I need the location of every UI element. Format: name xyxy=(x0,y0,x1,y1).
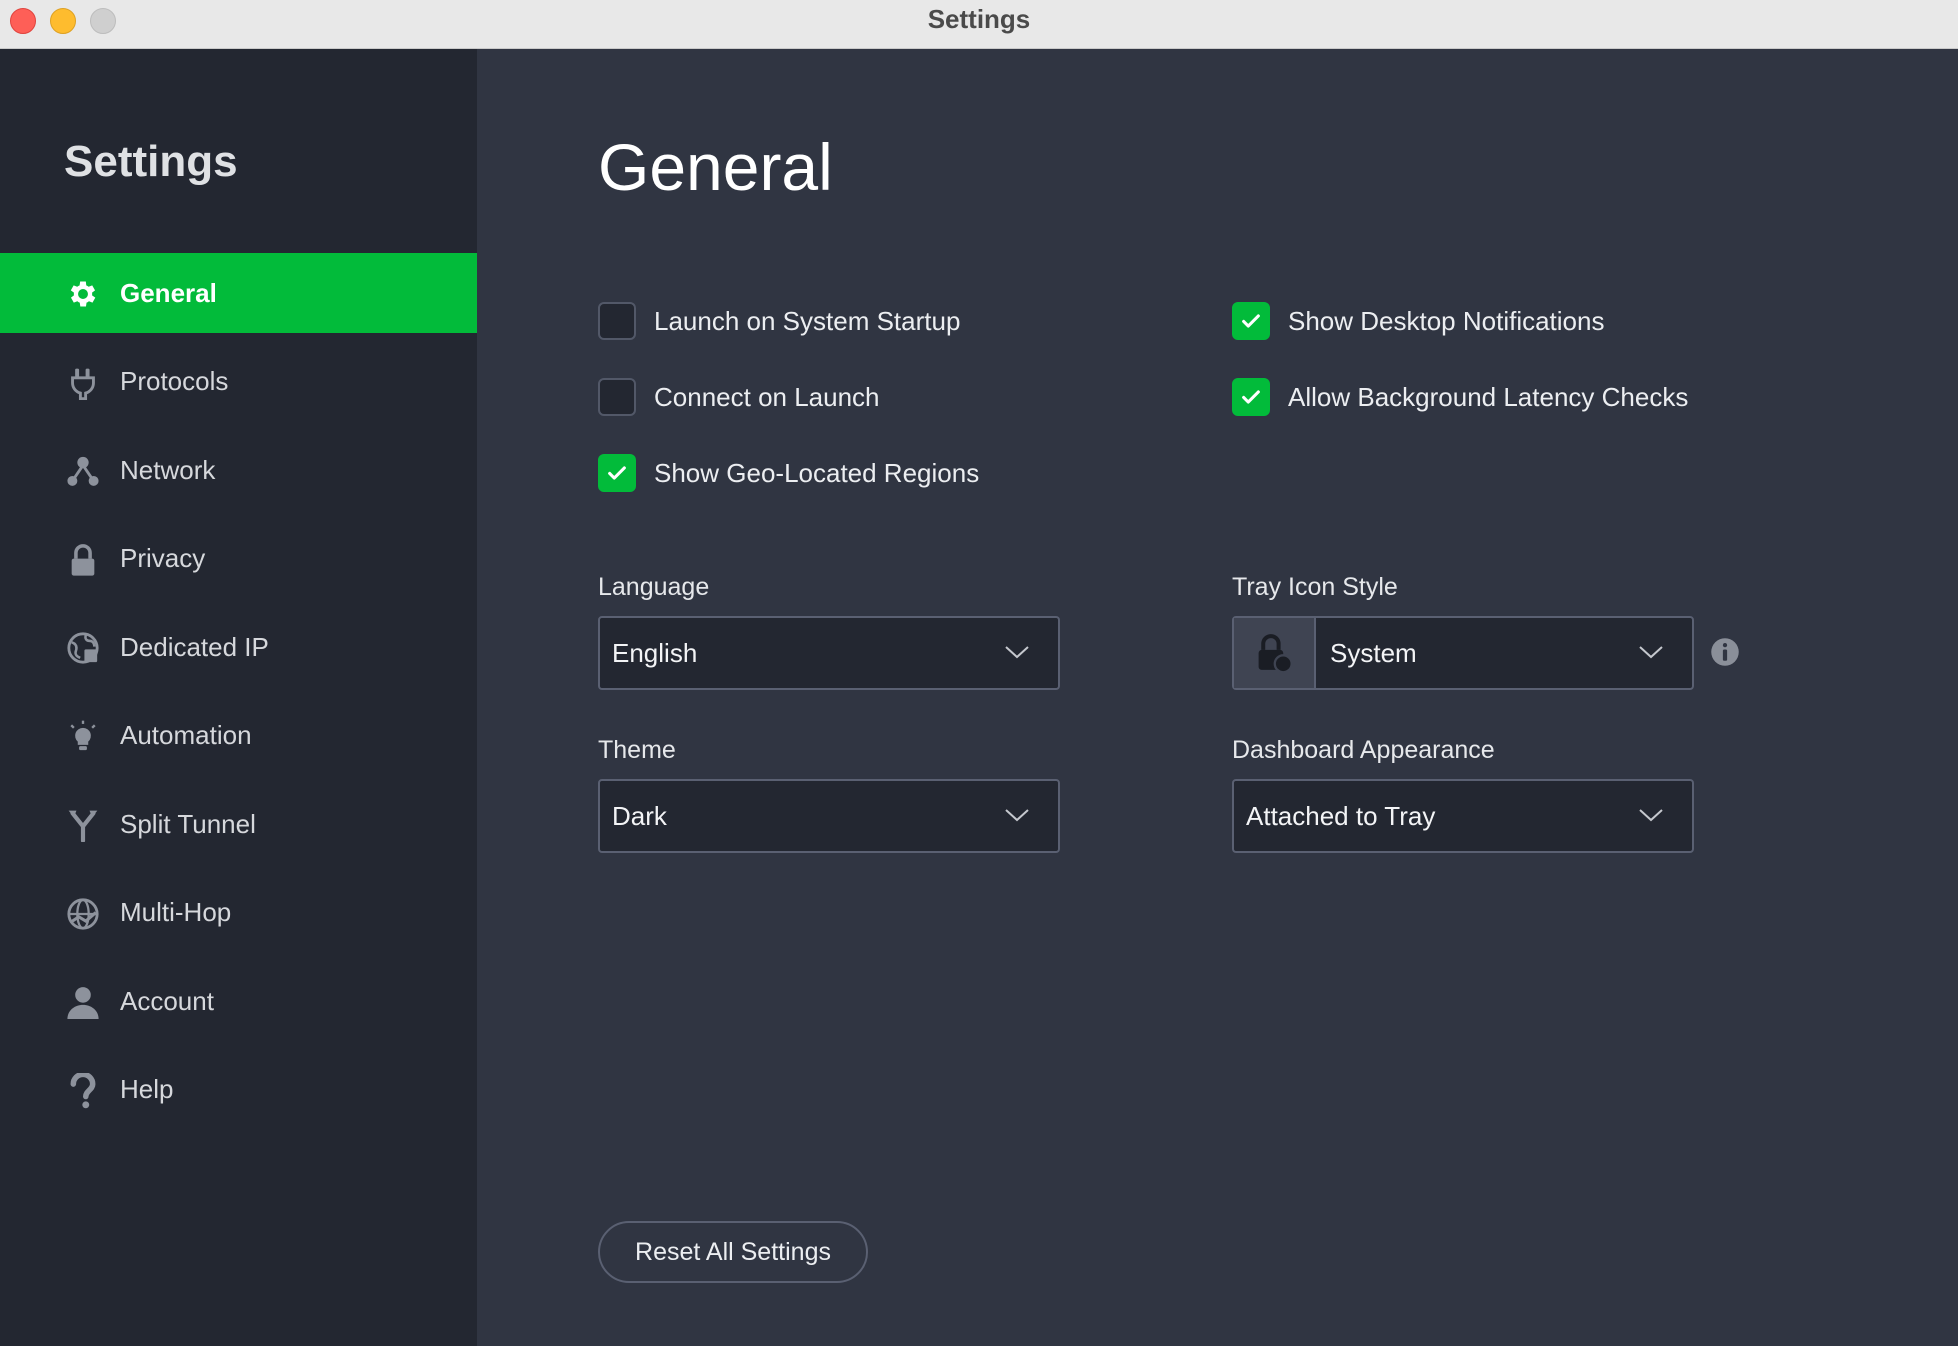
sidebar: Settings General Protocols Network Priva… xyxy=(0,49,477,1346)
launch-on-startup-checkbox[interactable] xyxy=(598,302,636,340)
main-panel: General Launch on System Startup Connect… xyxy=(477,49,1958,1346)
tray-icon-style-label: Tray Icon Style xyxy=(1232,573,1398,601)
sidebar-item-split-tunnel[interactable]: Split Tunnel xyxy=(0,784,477,864)
sidebar-item-general[interactable]: General xyxy=(0,253,477,333)
reset-all-settings-button[interactable]: Reset All Settings xyxy=(598,1221,868,1283)
checkmark-icon xyxy=(1242,314,1260,328)
split-icon xyxy=(64,806,102,844)
language-select[interactable]: English xyxy=(598,616,1060,690)
sidebar-item-protocols[interactable]: Protocols xyxy=(0,342,477,422)
sidebar-item-label: Split Tunnel xyxy=(120,808,256,839)
sidebar-title: Settings xyxy=(64,137,238,186)
sidebar-item-automation[interactable]: Automation xyxy=(0,696,477,776)
connect-on-launch-checkbox[interactable] xyxy=(598,378,636,416)
sidebar-item-label: Network xyxy=(120,454,216,485)
dashboard-appearance-value: Attached to Tray xyxy=(1246,801,1436,831)
sidebar-item-account[interactable]: Account xyxy=(0,961,477,1041)
info-icon[interactable] xyxy=(1710,637,1740,667)
checkmark-icon xyxy=(1242,390,1260,404)
multi-hop-globe-icon xyxy=(64,895,102,933)
sidebar-item-label: Help xyxy=(120,1074,174,1104)
theme-label: Theme xyxy=(598,736,676,764)
sidebar-item-help[interactable]: Help xyxy=(0,1050,477,1130)
checkbox-label: Launch on System Startup xyxy=(654,305,961,336)
sidebar-item-privacy[interactable]: Privacy xyxy=(0,519,477,599)
theme-value: Dark xyxy=(612,801,667,831)
checkmark-icon xyxy=(608,466,626,480)
chevron-down-icon xyxy=(1005,809,1029,822)
title-bar: Settings xyxy=(0,0,1958,49)
sidebar-item-label: Dedicated IP xyxy=(120,631,269,662)
sidebar-item-label: General xyxy=(120,277,217,308)
tray-lock-icon xyxy=(1258,634,1293,673)
sidebar-item-label: Account xyxy=(120,985,214,1016)
checkbox-label: Connect on Launch xyxy=(654,381,880,412)
chevron-down-icon xyxy=(1005,646,1029,659)
dashboard-appearance-label: Dashboard Appearance xyxy=(1232,736,1495,764)
show-geo-regions-checkbox[interactable] xyxy=(598,454,636,492)
sidebar-nav: General Protocols Network Privacy Dedica… xyxy=(0,253,477,1138)
window-title: Settings xyxy=(927,4,1031,34)
tray-icon-preview xyxy=(1234,618,1316,688)
sidebar-item-dedicated-ip[interactable]: Dedicated IP xyxy=(0,607,477,687)
language-value: English xyxy=(612,638,698,668)
user-icon xyxy=(64,983,102,1021)
network-icon xyxy=(64,452,102,490)
sidebar-item-multi-hop[interactable]: Multi-Hop xyxy=(0,873,477,953)
sidebar-item-label: Multi-Hop xyxy=(120,897,232,927)
theme-select[interactable]: Dark xyxy=(598,779,1060,853)
lightbulb-icon xyxy=(64,718,102,756)
checkbox-label: Show Desktop Notifications xyxy=(1288,305,1605,336)
sidebar-item-network[interactable]: Network xyxy=(0,430,477,510)
background-latency-checks-checkbox[interactable] xyxy=(1232,378,1270,416)
sidebar-item-label: Automation xyxy=(120,720,252,750)
lock-icon xyxy=(64,541,102,579)
language-label: Language xyxy=(598,573,710,601)
settings-window: Settings Settings General Protocols Netw… xyxy=(0,0,1958,1346)
sidebar-item-label: Protocols xyxy=(120,366,229,396)
tray-icon-style-value: System xyxy=(1330,638,1417,668)
tray-icon-style-select[interactable]: System xyxy=(1232,616,1694,690)
question-icon xyxy=(64,1072,102,1110)
plug-icon xyxy=(64,364,102,402)
dashboard-appearance-select[interactable]: Attached to Tray xyxy=(1232,779,1694,853)
show-geo-regions-option[interactable]: Show Geo-Located Regions xyxy=(598,453,979,493)
gear-icon xyxy=(64,275,102,313)
checkbox-label: Allow Background Latency Checks xyxy=(1288,381,1689,412)
globe-ip-icon xyxy=(64,629,102,667)
page-title: General xyxy=(598,130,833,204)
sidebar-item-label: Privacy xyxy=(120,543,206,573)
checkbox-label: Show Geo-Located Regions xyxy=(654,457,980,488)
connect-on-launch-option[interactable]: Connect on Launch xyxy=(598,377,880,417)
show-desktop-notifications-checkbox[interactable] xyxy=(1232,302,1270,340)
show-desktop-notifications-option[interactable]: Show Desktop Notifications xyxy=(1232,301,1604,341)
background-latency-checks-option[interactable]: Allow Background Latency Checks xyxy=(1232,377,1688,417)
chevron-down-icon xyxy=(1639,646,1663,659)
chevron-down-icon xyxy=(1639,809,1663,822)
launch-on-startup-option[interactable]: Launch on System Startup xyxy=(598,301,960,341)
